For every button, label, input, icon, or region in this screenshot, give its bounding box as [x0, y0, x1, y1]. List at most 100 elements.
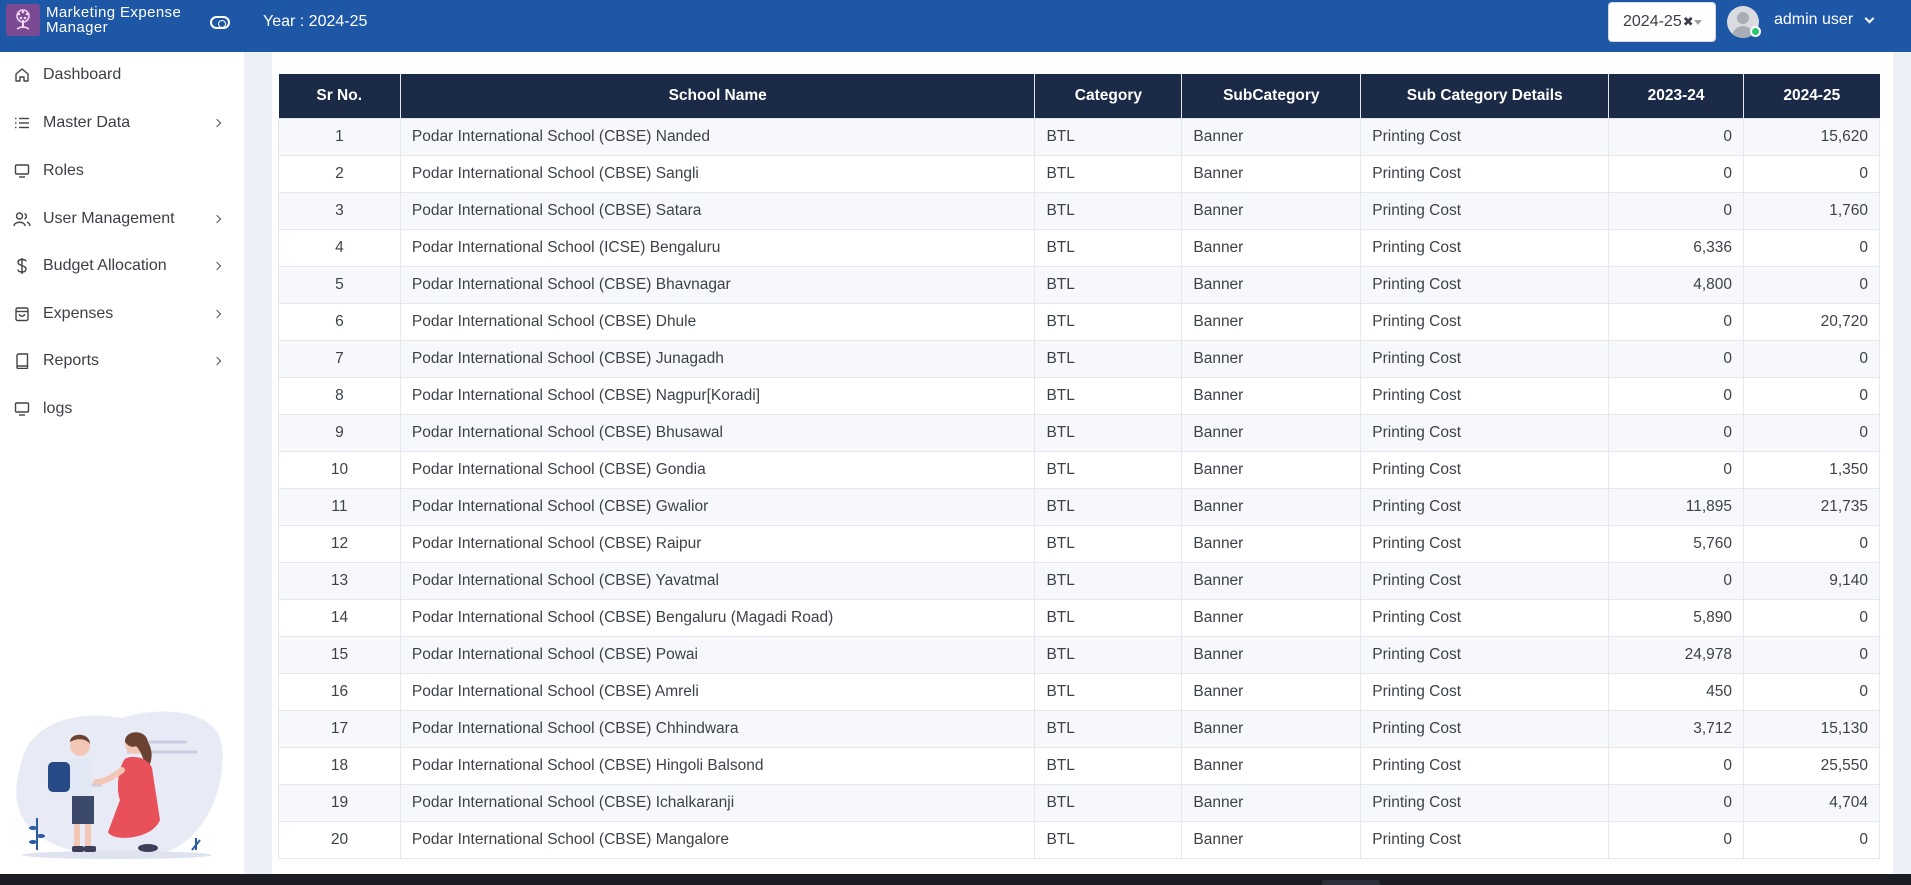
cell-2023-24: 0	[1608, 561, 1745, 600]
sidebar-item-reports[interactable]: Reports	[0, 341, 244, 381]
sidebar-item-expenses[interactable]: Expenses	[0, 294, 244, 334]
online-status-icon	[1750, 26, 1761, 37]
table-row[interactable]: 3 Podar International School (CBSE) Satar…	[278, 191, 1880, 230]
cell-category: BTL	[1034, 191, 1183, 230]
taskbar	[0, 874, 1911, 885]
table-row[interactable]: 5 Podar International School (CBSE) Bhavn…	[278, 265, 1880, 304]
cell-school-name: Podar International School (CBSE) Nanded	[399, 117, 1036, 156]
column-header-2024-25[interactable]: 2024-25	[1743, 74, 1880, 118]
chevron-down-icon[interactable]	[1864, 13, 1875, 24]
table-row[interactable]: 6 Podar International School (CBSE) Dhule…	[278, 302, 1880, 341]
monitor-icon	[13, 400, 31, 418]
column-header-subcategory[interactable]: SubCategory	[1181, 74, 1362, 118]
table-row[interactable]: 11 Podar International School (CBSE) Gwal…	[278, 487, 1880, 526]
cell-sr-no: 18	[278, 746, 401, 785]
table-row[interactable]: 16 Podar International School (CBSE) Amre…	[278, 672, 1880, 711]
sidebar-item-dashboard[interactable]: Dashboard	[0, 55, 244, 95]
cell-subcategory: Banner	[1181, 191, 1362, 230]
column-header-2023-24[interactable]: 2023-24	[1608, 74, 1745, 118]
sidebar-illustration	[12, 700, 224, 867]
cell-subcategory: Banner	[1181, 450, 1362, 489]
table-row[interactable]: 1 Podar International School (CBSE) Nande…	[278, 117, 1880, 156]
user-name[interactable]: admin user	[1774, 11, 1853, 29]
cell-sub-category-details: Printing Cost	[1360, 746, 1610, 785]
bag-icon	[13, 305, 31, 323]
cell-school-name: Podar International School (CBSE) Bhusaw…	[399, 413, 1036, 452]
cell-school-name: Podar International School (CBSE) Sangli	[399, 154, 1036, 193]
sidebar: Dashboard Master Data Roles User Managem…	[0, 52, 244, 874]
table-row[interactable]: 4 Podar International School (ICSE) Benga…	[278, 228, 1880, 267]
cell-2024-25: 20,720	[1743, 302, 1880, 341]
cell-category: BTL	[1034, 746, 1183, 785]
cell-category: BTL	[1034, 339, 1183, 378]
cell-sr-no: 12	[278, 524, 401, 563]
cell-sr-no: 19	[278, 783, 401, 822]
cell-school-name: Podar International School (CBSE) Amreli	[399, 672, 1036, 711]
cell-sr-no: 4	[278, 228, 401, 267]
monitor-icon	[13, 162, 31, 180]
table-row[interactable]: 13 Podar International School (CBSE) Yava…	[278, 561, 1880, 600]
cell-2023-24: 5,890	[1608, 598, 1745, 637]
cell-category: BTL	[1034, 598, 1183, 637]
cell-category: BTL	[1034, 413, 1183, 452]
table-row[interactable]: 19 Podar International School (CBSE) Icha…	[278, 783, 1880, 822]
sidebar-item-label: Reports	[43, 352, 100, 369]
cell-2024-25: 4,704	[1743, 783, 1880, 822]
cell-2024-25: 9,140	[1743, 561, 1880, 600]
list-icon	[13, 114, 31, 132]
cell-2023-24: 0	[1608, 413, 1745, 452]
cell-sr-no: 20	[278, 820, 401, 859]
cell-2023-24: 0	[1608, 376, 1745, 415]
table-row[interactable]: 2 Podar International School (CBSE) Sangl…	[278, 154, 1880, 193]
table-row[interactable]: 17 Podar International School (CBSE) Chhi…	[278, 709, 1880, 748]
sidebar-toggle-icon[interactable]	[210, 16, 230, 29]
table-row[interactable]: 15 Podar International School (CBSE) Powa…	[278, 635, 1880, 674]
year-label: Year : 2024-25	[263, 13, 368, 30]
brand-line1: Marketing Expense	[46, 4, 182, 21]
year-select[interactable]: 2024-25 ✖	[1608, 2, 1716, 42]
cell-2023-24: 5,760	[1608, 524, 1745, 563]
expense-table: Sr No. School Name Category SubCategory …	[278, 74, 1880, 859]
cell-sub-category-details: Printing Cost	[1360, 191, 1610, 230]
cell-sub-category-details: Printing Cost	[1360, 413, 1610, 452]
cell-school-name: Podar International School (CBSE) Bhavna…	[399, 265, 1036, 304]
cell-2024-25: 0	[1743, 228, 1880, 267]
column-header-category[interactable]: Category	[1034, 74, 1183, 118]
sidebar-item-master-data[interactable]: Master Data	[0, 103, 244, 143]
table-row[interactable]: 18 Podar International School (CBSE) Hing…	[278, 746, 1880, 785]
sidebar-item-label: Roles	[43, 162, 84, 179]
sidebar-item-logs[interactable]: logs	[0, 389, 244, 429]
brand[interactable]: Marketing Expense Manager	[6, 4, 206, 36]
column-header-sr-no[interactable]: Sr No.	[278, 74, 401, 118]
clear-icon[interactable]: ✖	[1683, 14, 1694, 30]
table-row[interactable]: 9 Podar International School (CBSE) Bhusa…	[278, 413, 1880, 452]
column-header-school-name[interactable]: School Name	[400, 74, 1036, 118]
sidebar-item-roles[interactable]: Roles	[0, 151, 244, 191]
sidebar-item-budget-allocation[interactable]: Budget Allocation	[0, 246, 244, 286]
cell-sr-no: 5	[278, 265, 401, 304]
cell-2023-24: 0	[1608, 783, 1745, 822]
sidebar-item-label: Budget Allocation	[43, 257, 167, 274]
cell-sr-no: 6	[278, 302, 401, 341]
cell-sr-no: 17	[278, 709, 401, 748]
table-row[interactable]: 20 Podar International School (CBSE) Mang…	[278, 820, 1880, 859]
cell-2024-25: 1,760	[1743, 191, 1880, 230]
cell-subcategory: Banner	[1181, 154, 1362, 193]
cell-2024-25: 25,550	[1743, 746, 1880, 785]
table-row[interactable]: 14 Podar International School (CBSE) Beng…	[278, 598, 1880, 637]
cell-2023-24: 450	[1608, 672, 1745, 711]
table-row[interactable]: 8 Podar International School (CBSE) Nagpu…	[278, 376, 1880, 415]
cell-school-name: Podar International School (CBSE) Gwalio…	[399, 487, 1036, 526]
cell-school-name: Podar International School (CBSE) Satara	[399, 191, 1036, 230]
cell-school-name: Podar International School (ICSE) Bengal…	[399, 228, 1036, 267]
table-row[interactable]: 10 Podar International School (CBSE) Gond…	[278, 450, 1880, 489]
table-row[interactable]: 7 Podar International School (CBSE) Junag…	[278, 339, 1880, 378]
cell-2024-25: 0	[1743, 154, 1880, 193]
sidebar-item-user-management[interactable]: User Management	[0, 199, 244, 239]
cell-category: BTL	[1034, 450, 1183, 489]
column-header-sub-category-details[interactable]: Sub Category Details	[1360, 74, 1610, 118]
table-row[interactable]: 12 Podar International School (CBSE) Raip…	[278, 524, 1880, 563]
cell-2023-24: 0	[1608, 820, 1745, 859]
cell-sr-no: 3	[278, 191, 401, 230]
cell-sr-no: 8	[278, 376, 401, 415]
